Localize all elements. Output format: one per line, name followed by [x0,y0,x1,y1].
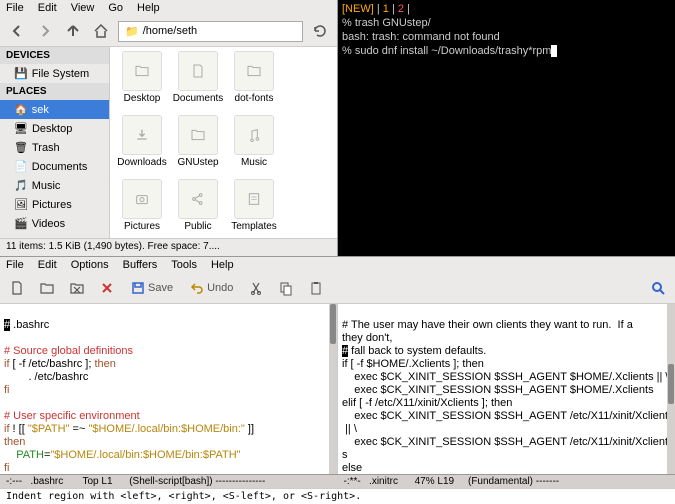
folder-music[interactable]: Music [226,115,282,179]
folder-documents[interactable]: Documents [170,51,226,115]
undo-button[interactable]: Undo [185,277,237,299]
section-places: PLACES [0,83,109,100]
fm-menu-go[interactable]: Go [108,2,123,14]
folder-icon [178,51,218,91]
editor-pane-right[interactable]: # The user may have their own clients th… [338,304,675,474]
camera-icon [122,179,162,219]
folder-gnustep[interactable]: GNUstep [170,115,226,179]
fm-menu-help[interactable]: Help [137,2,160,14]
ed-menu-buffers[interactable]: Buffers [123,259,158,271]
editor-toolbar: Save Undo [0,273,675,304]
editor-pane-left[interactable]: # .bashrc # Source global definitions if… [0,304,338,474]
terminal[interactable]: [NEW] | 1 | 2 | % trash GNUstep/ bash: t… [338,0,675,256]
music-icon: 🎵 [14,179,28,192]
ed-menu-tools[interactable]: Tools [171,259,197,271]
scrollbar-right[interactable] [667,304,675,474]
sidebar-desktop[interactable]: 🖥Desktop [0,119,109,138]
sidebar-music[interactable]: 🎵Music [0,176,109,195]
fm-menu-edit[interactable]: Edit [38,2,57,14]
path-text: /home/seth [143,25,197,37]
fm-menubar: File Edit View Go Help [0,0,337,16]
sidebar-trash[interactable]: 🗑Trash [0,138,109,157]
terminal-line: % trash GNUstep/ [342,16,671,30]
section-devices: DEVICES [0,47,109,64]
reload-button[interactable] [309,20,331,42]
save-button[interactable]: Save [126,277,177,299]
fm-menu-view[interactable]: View [71,2,95,14]
folder-dotfonts[interactable]: dot-fonts [226,51,282,115]
ed-menu-edit[interactable]: Edit [38,259,57,271]
scroll-thumb[interactable] [330,304,336,344]
open-button[interactable] [36,277,58,299]
folder-icon [178,115,218,155]
editor-menubar: File Edit Options Buffers Tools Help [0,257,675,273]
sidebar-documents[interactable]: 📄Documents [0,157,109,176]
fm-sidebar: DEVICES 💾File System PLACES 🏠sek 🖥Deskto… [0,47,110,238]
sidebar-home[interactable]: 🏠sek [0,100,109,119]
drive-icon: 💾 [14,67,28,80]
folder-icon [122,51,162,91]
ed-menu-options[interactable]: Options [71,259,109,271]
share-icon [178,179,218,219]
folder-desktop[interactable]: Desktop [114,51,170,115]
status-right: -:**- .xinitrc 47% L19 (Fundamental) ---… [338,474,675,488]
scroll-thumb[interactable] [668,364,674,404]
location-bar[interactable]: 📁 /home/seth [118,21,303,42]
scrollbar-left[interactable] [329,304,337,474]
paste-button[interactable] [305,277,327,299]
doc-icon: 📄 [14,160,28,173]
new-file-button[interactable] [6,277,28,299]
back-button[interactable] [6,20,28,42]
folder-downloads[interactable]: Downloads [114,115,170,179]
folder-public[interactable]: Public [170,179,226,238]
search-button[interactable] [647,277,669,299]
terminal-line: bash: trash: command not found [342,30,671,44]
fm-toolbar: 📁 /home/seth [0,16,337,47]
terminal-title: [NEW] | 1 | 2 | [342,2,671,16]
fm-menu-file[interactable]: File [6,2,24,14]
videos-icon: 🎬 [14,217,28,230]
cut-button[interactable] [245,277,267,299]
status-left: -:--- .bashrc Top L1 (Shell-script[bash]… [0,474,338,488]
ed-menu-help[interactable]: Help [211,259,234,271]
close-button[interactable] [96,277,118,299]
terminal-cursor [551,45,557,57]
desktop-icon: 🖥 [14,122,28,135]
template-icon [234,179,274,219]
music-icon [234,115,274,155]
kill-buffer-button[interactable] [66,277,88,299]
sidebar-filesystem[interactable]: 💾File System [0,64,109,83]
sidebar-videos[interactable]: 🎬Videos [0,214,109,233]
ed-menu-file[interactable]: File [6,259,24,271]
file-manager: File Edit View Go Help 📁 /home/seth DEVI… [0,0,338,256]
sidebar-pictures[interactable]: 🖼Pictures [0,195,109,214]
folder-templates[interactable]: Templates [226,179,282,238]
folder-icon [234,51,274,91]
terminal-line: % sudo dnf install ~/Downloads/trashy*rp… [342,44,671,58]
forward-button[interactable] [34,20,56,42]
minibuffer[interactable]: Indent region with <left>, <right>, <S-l… [0,488,675,504]
home-button[interactable] [90,20,112,42]
home-icon: 🏠 [14,103,28,116]
pictures-icon: 🖼 [14,198,28,211]
folder-pictures[interactable]: Pictures [114,179,170,238]
icon-view[interactable]: Desktop Documents dot-fonts Downloads GN… [110,47,337,238]
download-icon [122,115,162,155]
editor: File Edit Options Buffers Tools Help Sav… [0,256,675,504]
trash-icon: 🗑 [14,141,28,154]
up-button[interactable] [62,20,84,42]
copy-button[interactable] [275,277,297,299]
fm-statusbar: 11 items: 1.5 KiB (1,490 bytes). Free sp… [0,238,337,256]
folder-icon: 📁 [125,25,139,38]
editor-statusbar: -:--- .bashrc Top L1 (Shell-script[bash]… [0,474,675,488]
